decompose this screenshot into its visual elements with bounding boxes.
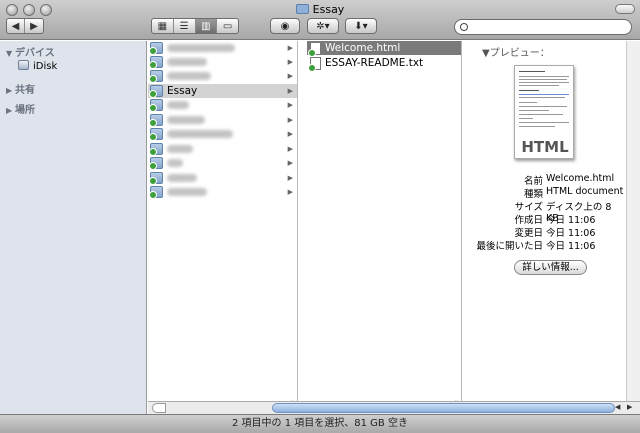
coverflow-view-button[interactable]: ▭: [217, 19, 238, 33]
horizontal-scrollbar[interactable]: ◀ ▶: [148, 401, 640, 414]
folder-icon: [149, 157, 163, 170]
eye-icon: ◉: [280, 20, 290, 32]
column-view-button[interactable]: ▥: [195, 19, 218, 33]
more-info-button[interactable]: 詳しい情報...: [514, 260, 587, 275]
forward-button[interactable]: ▶: [25, 19, 43, 33]
list-item-folder[interactable]: ▶: [148, 156, 297, 170]
info-label: 変更日: [514, 228, 543, 239]
folder-icon: [149, 114, 163, 127]
list-item-folder[interactable]: ▶: [148, 142, 297, 156]
icon-view-button[interactable]: ▦: [152, 19, 174, 33]
action-menu-button[interactable]: ✲▾: [307, 18, 339, 34]
list-item-folder[interactable]: ▶: [148, 69, 297, 83]
folder-icon: [149, 70, 163, 83]
chevron-right-icon: ▶: [287, 58, 293, 66]
folder-icon: [149, 143, 163, 156]
preview-thumbnail: HTML: [514, 65, 574, 159]
list-item-folder[interactable]: ▶: [148, 41, 297, 55]
folder-icon: [149, 85, 163, 98]
sidebar-section-shared[interactable]: ▶ 共有: [6, 81, 35, 96]
list-item-folder[interactable]: ▶: [148, 171, 297, 185]
preview-heading[interactable]: ▼プレビュー：: [482, 44, 550, 59]
idisk-icon: [18, 60, 29, 70]
info-value: 今日 11:06: [546, 215, 596, 226]
chevron-right-icon: ▶: [287, 174, 293, 182]
nav-buttons: ◀ ▶: [6, 18, 44, 34]
folder-icon: [149, 172, 163, 185]
scroll-right-arrow[interactable]: ▶: [627, 403, 632, 411]
folder-icon: [295, 4, 309, 14]
list-item-folder[interactable]: ▶: [148, 98, 297, 112]
chevron-right-icon: ▶: [287, 44, 293, 52]
chevron-right-icon: ▶: [287, 130, 293, 138]
gear-icon: ✲▾: [316, 20, 330, 32]
preview-pane: ▼プレビュー： HTML 名前 Welcome.html 種類 HTML doc…: [462, 41, 626, 414]
list-item-folder[interactable]: ▶: [148, 127, 297, 141]
disclosure-down-icon: ▼: [6, 49, 13, 58]
chevron-right-icon: ▶: [287, 116, 293, 124]
info-label: 作成日: [514, 215, 543, 226]
dropbox-icon: ⬇▾: [354, 20, 368, 32]
list-item-file[interactable]: Welcome.html: [307, 41, 461, 57]
disclosure-down-icon: ▼: [482, 48, 490, 59]
list-item-essay[interactable]: Essay ▶: [148, 84, 297, 98]
info-value: HTML document: [546, 186, 624, 197]
share-menu-button[interactable]: ⬇▾: [345, 18, 377, 34]
sidebar-item-idisk[interactable]: iDisk: [18, 60, 57, 72]
vertical-scrollbar[interactable]: [626, 41, 640, 401]
window-title: Essay: [0, 3, 640, 16]
folder-icon: [149, 99, 163, 112]
info-label: 名前: [523, 176, 543, 187]
folder-icon: [149, 42, 163, 55]
sidebar-section-devices[interactable]: ▼ デバイス: [6, 44, 55, 59]
title-bar: Essay ◀ ▶ ▦ ☰ ▥ ▭ ◉ ✲▾ ⬇▾: [0, 0, 640, 40]
scroll-track-start: [152, 403, 166, 413]
chevron-right-icon: ▶: [287, 159, 293, 167]
folder-icon: [149, 128, 163, 141]
text-file-icon: [308, 56, 321, 72]
sidebar-section-places[interactable]: ▶ 場所: [6, 101, 35, 116]
scroll-left-arrow[interactable]: ◀: [615, 403, 620, 411]
list-item-folder[interactable]: ▶: [148, 55, 297, 69]
chevron-right-icon: ▶: [287, 188, 293, 196]
scroll-thumb[interactable]: [272, 403, 615, 413]
back-button[interactable]: ◀: [7, 19, 25, 33]
column-2: Welcome.html ESSAY-README.txt ||: [307, 41, 462, 414]
search-field[interactable]: [454, 19, 632, 35]
info-value: Welcome.html: [546, 173, 615, 184]
column-1: ▶ ▶ ▶ Essay▶ ▶ ▶ ▶ ▶ ▶ ▶ ▶ ||: [148, 41, 298, 414]
search-icon: [460, 23, 468, 31]
status-text: 2 項目中の 1 項目を選択、81 GB 空き: [232, 418, 408, 429]
info-label: サイズ: [514, 202, 543, 213]
view-mode-selector: ▦ ☰ ▥ ▭: [151, 18, 239, 34]
disclosure-right-icon: ▶: [6, 86, 13, 95]
list-view-button[interactable]: ☰: [174, 19, 196, 33]
info-label: 種類: [523, 189, 543, 200]
disclosure-right-icon: ▶: [6, 106, 13, 115]
list-item-folder[interactable]: ▶: [148, 113, 297, 127]
info-label: 最後に開いた日: [476, 241, 543, 252]
chevron-right-icon: ▶: [287, 87, 293, 95]
folder-icon: [149, 186, 163, 199]
toolbar-toggle-button[interactable]: [615, 4, 635, 14]
folder-icon: [149, 56, 163, 69]
chevron-right-icon: ▶: [287, 101, 293, 109]
chevron-right-icon: ▶: [287, 145, 293, 153]
list-item-folder[interactable]: ▶: [148, 185, 297, 199]
info-value: 今日 11:06: [546, 228, 596, 239]
info-value: 今日 11:06: [546, 241, 596, 252]
sidebar: ▼ デバイス iDisk ▶ 共有 ▶ 場所: [0, 41, 147, 414]
chevron-right-icon: ▶: [287, 72, 293, 80]
quick-look-button[interactable]: ◉: [270, 18, 300, 34]
status-bar: 2 項目中の 1 項目を選択、81 GB 空き: [0, 414, 640, 433]
list-item-file[interactable]: ESSAY-README.txt: [307, 56, 461, 72]
html-file-icon: [308, 41, 321, 57]
